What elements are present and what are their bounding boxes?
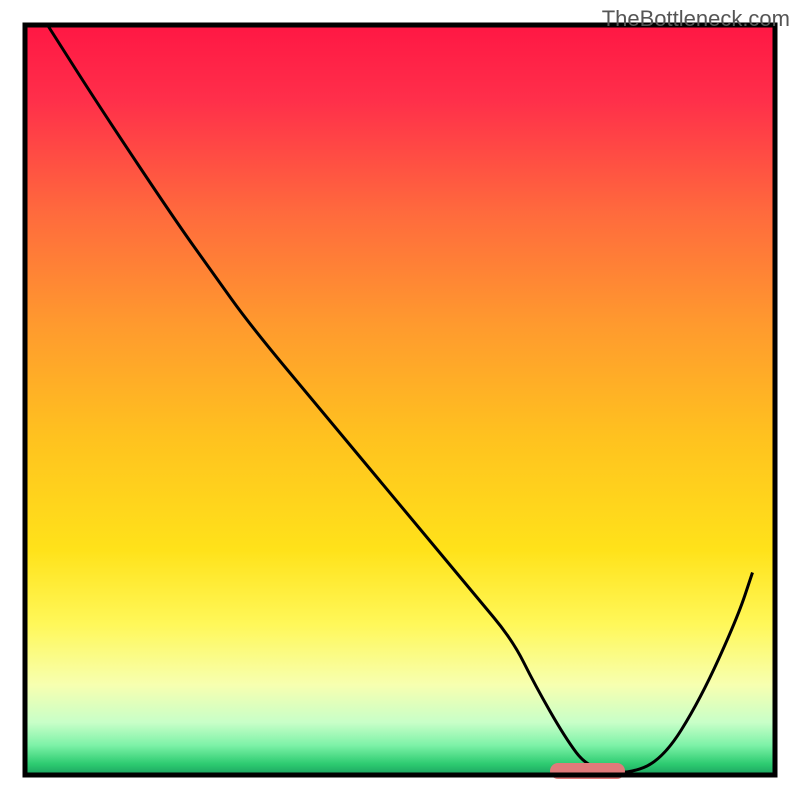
bottleneck-chart: TheBottleneck.com bbox=[0, 0, 800, 800]
watermark-text: TheBottleneck.com bbox=[602, 6, 790, 32]
plot-background bbox=[25, 25, 775, 775]
chart-svg bbox=[0, 0, 800, 800]
